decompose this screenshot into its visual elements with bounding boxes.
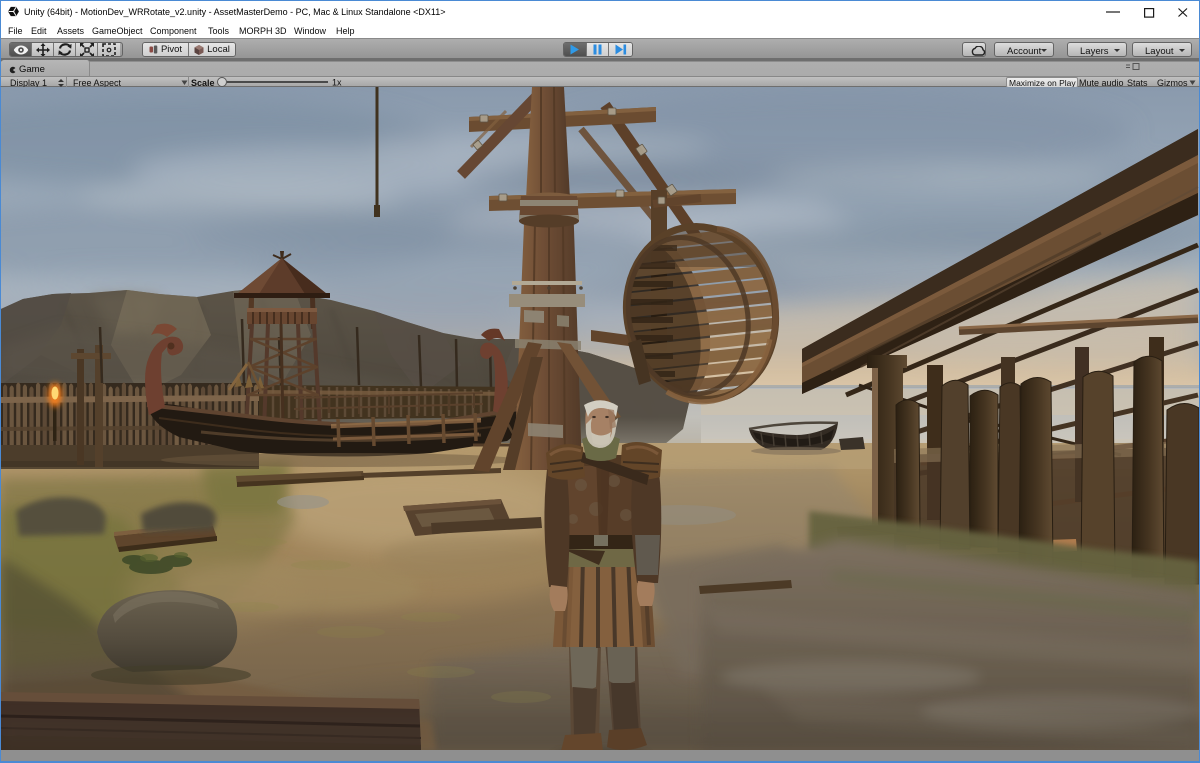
svg-text:1x: 1x: [332, 78, 342, 88]
